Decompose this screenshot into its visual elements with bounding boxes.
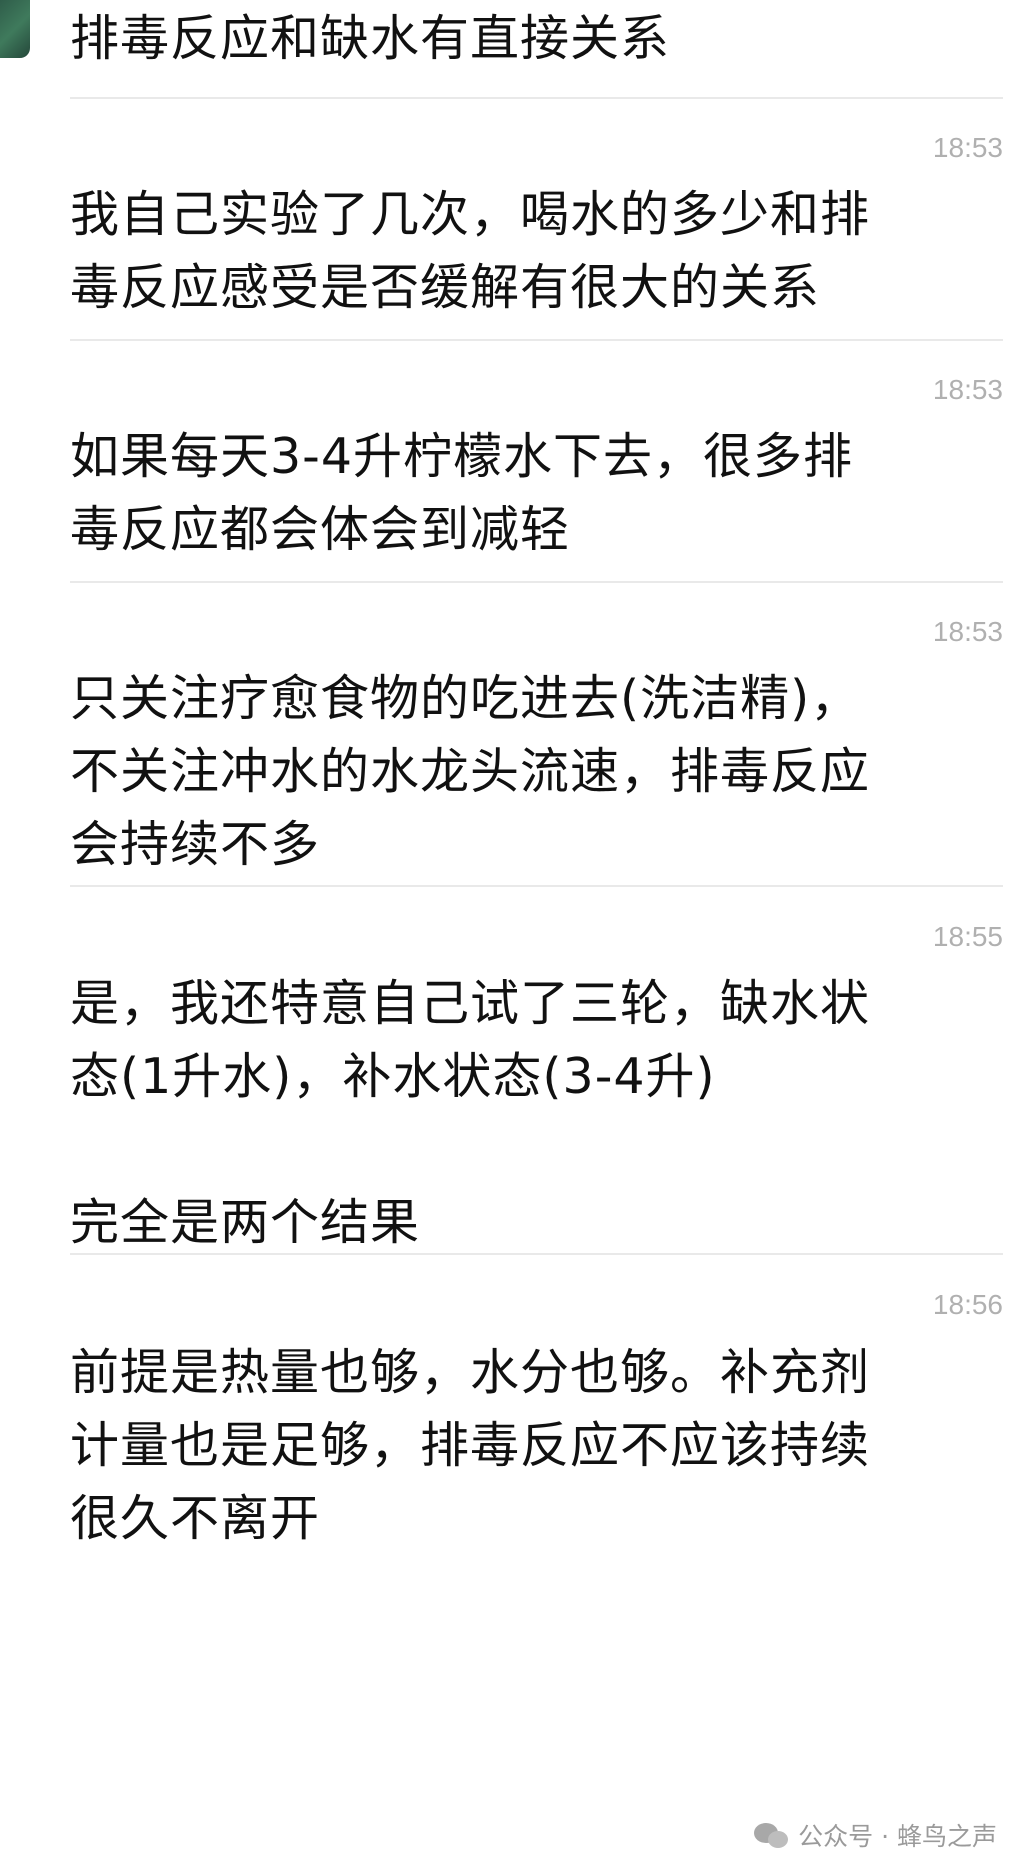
message-timestamp: 18:53 <box>932 616 1003 647</box>
message-text: 排毒反应和缺水有直接关系 <box>70 10 671 67</box>
message-item: 只关注疗愈食物的吃进去(洗洁精)， 不关注冲水的水龙头流速，排毒反应 会持续不多 <box>70 662 1003 881</box>
message-timestamp: 18:56 <box>932 1289 1003 1320</box>
message-item: 排毒反应和缺水有直接关系 <box>70 2 1003 75</box>
message-timestamp: 18:53 <box>932 374 1003 405</box>
message-divider <box>70 97 1003 99</box>
message-item: 我自己实验了几次，喝水的多少和排 毒反应感受是否缓解有很大的关系 <box>70 178 1003 324</box>
message-item: 前提是热量也够，水分也够。补充剂 计量也是足够，排毒反应不应该持续 很久不离开 <box>70 1336 1003 1555</box>
wechat-icon <box>754 1821 790 1849</box>
message-timestamp: 18:53 <box>932 132 1003 163</box>
message-divider <box>70 1253 1003 1255</box>
message-text: 是，我还特意自己试了三轮，缺水状 态(1升水)，补水状态(3-4升) 完全是两个… <box>70 975 871 1251</box>
message-text: 我自己实验了几次，喝水的多少和排 毒反应感受是否缓解有很大的关系 <box>70 186 871 316</box>
message-divider <box>70 339 1003 341</box>
message-text: 如果每天3-4升柠檬水下去，很多排 毒反应都会体会到减轻 <box>70 428 854 558</box>
message-item: 是，我还特意自己试了三轮，缺水状 态(1升水)，补水状态(3-4升) 完全是两个… <box>70 967 1003 1259</box>
message-divider <box>70 885 1003 887</box>
message-text: 只关注疗愈食物的吃进去(洗洁精)， 不关注冲水的水龙头流速，排毒反应 会持续不多 <box>70 670 871 873</box>
sender-avatar[interactable] <box>0 0 30 58</box>
watermark-text: 公众号 · 蜂鸟之声 <box>798 1822 997 1851</box>
message-timestamp: 18:55 <box>932 921 1003 952</box>
message-divider <box>70 581 1003 583</box>
message-text: 前提是热量也够，水分也够。补充剂 计量也是足够，排毒反应不应该持续 很久不离开 <box>70 1344 871 1547</box>
watermark: 公众号 · 蜂鸟之声 <box>754 1817 997 1853</box>
message-item: 如果每天3-4升柠檬水下去，很多排 毒反应都会体会到减轻 <box>70 420 1003 566</box>
